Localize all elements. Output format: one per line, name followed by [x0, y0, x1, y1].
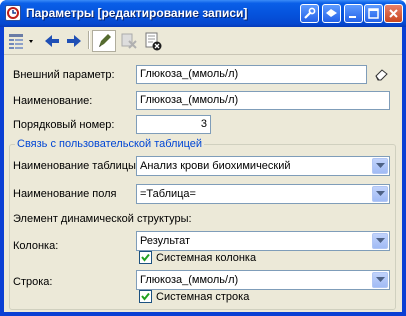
field-name-select[interactable]: =Таблица= [136, 184, 390, 204]
table-name-select[interactable]: Анализ крови биохимический [136, 156, 390, 176]
column-select[interactable]: Результат [136, 231, 390, 251]
field-name-label: Наименование поля [13, 188, 117, 200]
field-name-value: =Таблица= [140, 188, 196, 200]
checkbox-box[interactable] [139, 251, 152, 264]
order-field[interactable]: 3 [136, 115, 211, 134]
form: Внешний параметр: Глюкоза_(ммоль/л) Наим… [4, 55, 402, 312]
title-bar[interactable]: Параметры [редактирование записи] [0, 0, 406, 27]
row-label: Строка: [13, 276, 53, 288]
order-label: Порядковый номер: [13, 119, 115, 131]
checkbox-box[interactable] [139, 290, 152, 303]
system-row-label: Системная строка [156, 290, 250, 303]
window-client: Внешний параметр: Глюкоза_(ммоль/л) Наим… [4, 27, 402, 312]
app-icon [5, 5, 21, 21]
external-param-field[interactable]: Глюкоза_(ммоль/л) [136, 65, 367, 84]
dynamic-structure-label: Элемент динамической структуры: [13, 213, 192, 225]
external-param-label: Внешний параметр: [13, 69, 115, 81]
table-name-label: Наименование таблицы [13, 160, 136, 172]
link-group-title: Связь с пользовательской таблицей [15, 138, 205, 150]
chevron-down-icon[interactable] [372, 272, 388, 288]
system-column-checkbox[interactable]: Системная колонка [139, 251, 256, 264]
chevron-down-icon[interactable] [372, 158, 388, 174]
system-row-checkbox[interactable]: Системная строка [139, 290, 249, 303]
delete-icon[interactable] [118, 30, 140, 52]
save-pen-icon[interactable] [92, 30, 116, 52]
column-value: Результат [140, 235, 191, 247]
minimize-icon[interactable] [344, 4, 363, 23]
arrow-right-icon[interactable] [64, 30, 84, 52]
window-title: Параметры [редактирование записи] [26, 6, 248, 20]
window: Параметры [редактирование записи] Внешни… [0, 0, 406, 316]
toolbar [4, 27, 402, 55]
column-label: Колонка: [13, 240, 59, 252]
chevron-down-icon[interactable] [372, 233, 388, 249]
wrench-icon[interactable] [300, 4, 319, 23]
maximize-icon[interactable] [364, 4, 383, 23]
toolbar-separator [88, 31, 90, 49]
chevron-down-icon[interactable] [372, 186, 388, 202]
layers-icon[interactable] [322, 4, 341, 23]
list-menu-icon[interactable] [6, 30, 38, 52]
eraser-icon[interactable] [374, 67, 392, 83]
row-value: Глюкоза_(ммоль/л) [140, 274, 239, 286]
name-label: Наименование: [13, 95, 93, 107]
name-field[interactable]: Глюкоза_(ммоль/л) [136, 91, 390, 110]
table-name-value: Анализ крови биохимический [140, 160, 291, 172]
document-close-icon[interactable] [142, 30, 164, 52]
row-select[interactable]: Глюкоза_(ммоль/л) [136, 270, 390, 290]
close-icon[interactable] [384, 4, 403, 23]
system-column-label: Системная колонка [156, 251, 257, 264]
arrow-left-icon[interactable] [42, 30, 62, 52]
